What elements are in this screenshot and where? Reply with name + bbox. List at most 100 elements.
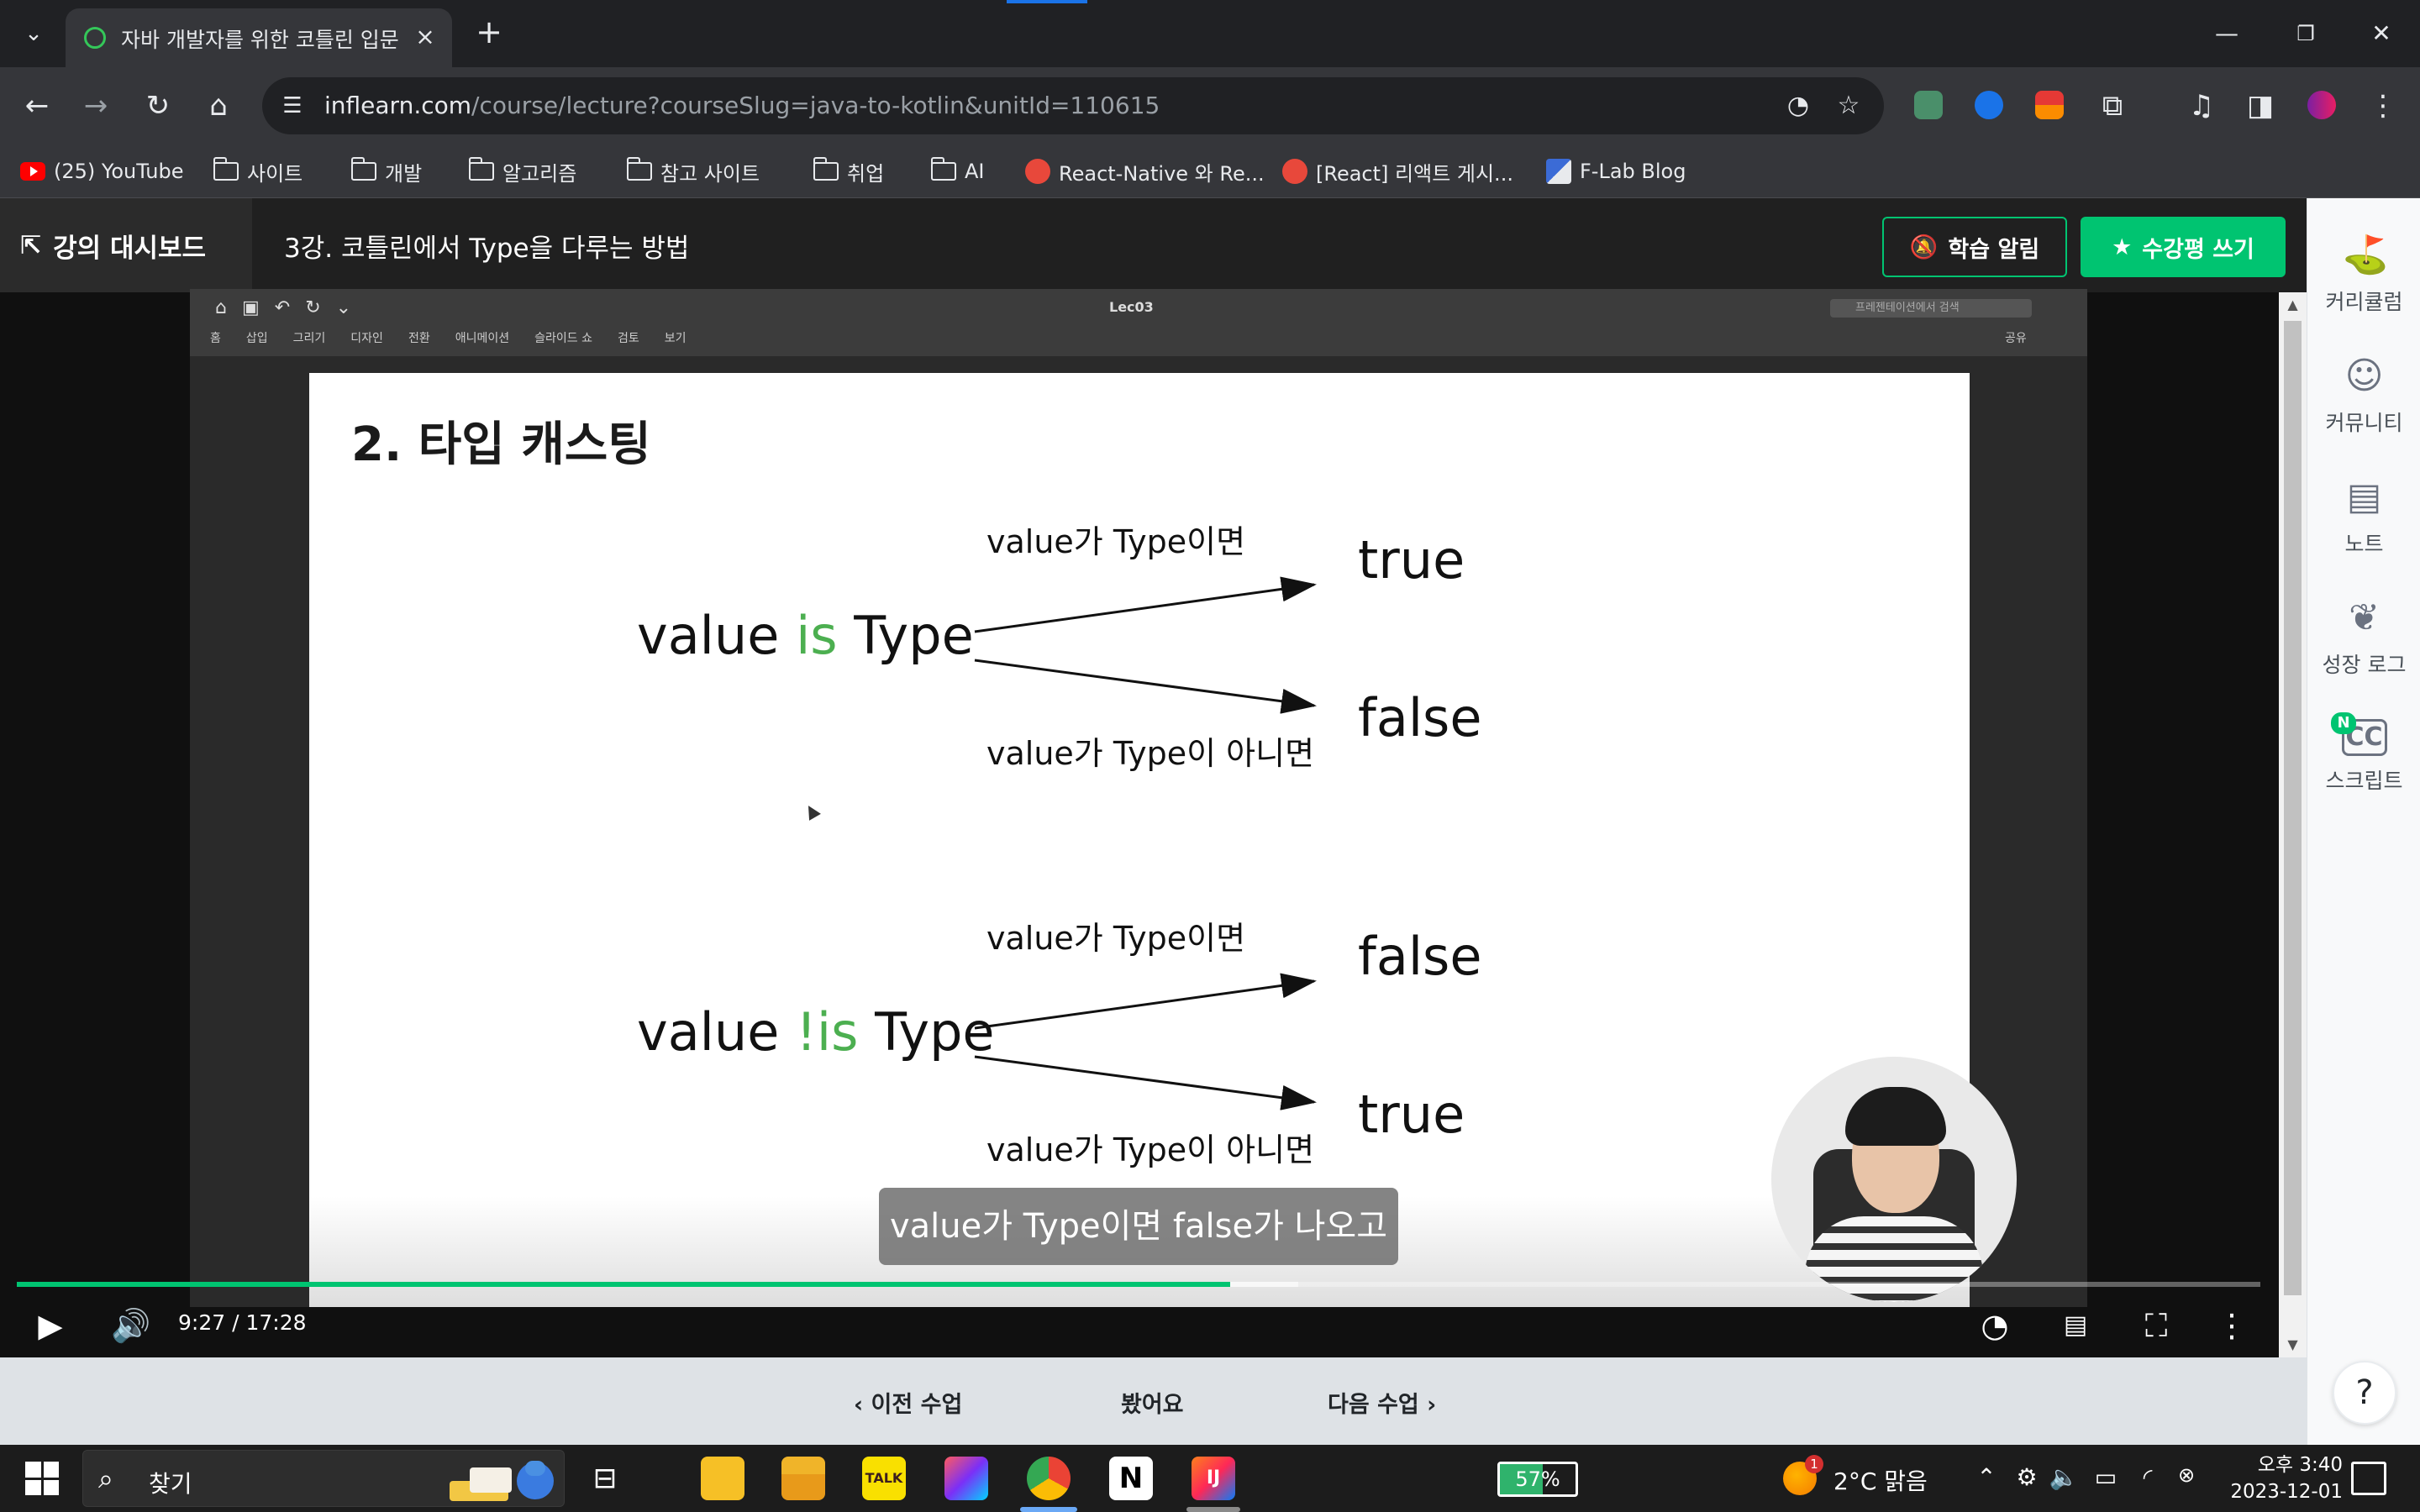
bookmark-star-icon[interactable]: ☆ bbox=[1832, 89, 1865, 123]
play-icon[interactable]: ▶ bbox=[29, 1304, 72, 1347]
bookmark-react-native[interactable]: React-Native 와 Re... bbox=[1025, 155, 1265, 188]
scroll-up-icon[interactable]: ▲ bbox=[2279, 292, 2307, 318]
battery-indicator[interactable]: 57% bbox=[1497, 1462, 1578, 1497]
side-note[interactable]: ▤ 노트 bbox=[2307, 475, 2420, 558]
write-review-button[interactable]: ★ 수강평 쓰기 bbox=[2081, 217, 2286, 277]
search-icon: ⌕ bbox=[98, 1462, 113, 1494]
bell-off-icon: 🔕 bbox=[1909, 234, 1939, 260]
url-text[interactable]: inflearn.com/course/lecture?courseSlug=j… bbox=[324, 92, 1160, 119]
undo-icon: ↶ bbox=[274, 297, 291, 318]
extension-2-icon[interactable] bbox=[1975, 91, 2003, 119]
network-off-icon[interactable]: ⊗ bbox=[2171, 1463, 2202, 1487]
folder-icon bbox=[351, 157, 376, 181]
task-view-icon[interactable]: ⊟ bbox=[583, 1457, 627, 1500]
search-highlight-art-icon bbox=[450, 1461, 554, 1501]
folder-icon bbox=[213, 157, 239, 181]
extension-3-icon[interactable] bbox=[2035, 91, 2064, 119]
kakaotalk-icon[interactable]: TALK bbox=[862, 1457, 906, 1500]
home-icon[interactable]: ⌂ bbox=[198, 86, 239, 126]
tab-close-icon[interactable]: × bbox=[408, 20, 442, 54]
extensions-puzzle-icon[interactable]: ⧉ bbox=[2092, 86, 2133, 126]
lecture-slide: 2. 타입 캐스팅 value가 Type이면 value is Type tr… bbox=[309, 373, 1970, 1307]
notification-icon[interactable] bbox=[2351, 1462, 2386, 1495]
bookmark-flab-blog[interactable]: F-Lab Blog bbox=[1546, 155, 1686, 188]
bookmark-folder-reference[interactable]: 참고 사이트 bbox=[627, 155, 760, 188]
page-scrollbar[interactable]: ▲ ▼ bbox=[2279, 292, 2307, 1357]
bookmark-folder-algorithm[interactable]: 알고리즘 bbox=[469, 155, 576, 188]
back-arrow-icon[interactable]: ← bbox=[17, 86, 57, 126]
folder-icon bbox=[813, 157, 839, 181]
close-window-icon[interactable]: ✕ bbox=[2356, 15, 2407, 52]
tray-app-icon[interactable]: ⚙ bbox=[2012, 1463, 2042, 1491]
browser-tab-active[interactable]: 자바 개발자를 위한 코틀린 입문 × bbox=[66, 8, 452, 67]
help-button[interactable]: ? bbox=[2333, 1361, 2396, 1425]
side-curriculum[interactable]: ⛳ 커리큘럼 bbox=[2307, 234, 2420, 316]
next-lesson-button[interactable]: 다음 수업 › bbox=[1328, 1386, 1436, 1419]
app-cube-icon[interactable] bbox=[944, 1457, 988, 1500]
battery-tray-icon[interactable]: ▭ bbox=[2091, 1463, 2121, 1491]
taskbar-clock[interactable]: 오후 3:40 2023-12-01 bbox=[2208, 1452, 2343, 1505]
taskbar-search[interactable]: ⌕ 찾기 bbox=[82, 1450, 565, 1507]
side-panel-icon[interactable]: ◨ bbox=[2240, 86, 2281, 126]
chrome-menu-icon[interactable]: ⋮ bbox=[2363, 86, 2403, 126]
profile-avatar[interactable] bbox=[2307, 91, 2336, 119]
slide-arrows bbox=[974, 576, 1317, 1110]
dashboard-link[interactable]: ⇱ 강의 대시보드 bbox=[0, 198, 252, 292]
chevron-left-icon: ‹ bbox=[854, 1392, 871, 1418]
intellij-icon[interactable]: IJ bbox=[1192, 1457, 1235, 1500]
ppt-quick-access: ⌂ ▣ ↶ ↻ ⌄ bbox=[215, 297, 351, 318]
ppt-ribbon: ⌂ ▣ ↶ ↻ ⌄ Lec03 프레젠테이션에서 검색 홈 삽입 그리기 디자인… bbox=[190, 289, 2087, 356]
bookmark-folder-jobs[interactable]: 취업 bbox=[813, 155, 884, 188]
side-script[interactable]: N CC 스크립트 bbox=[2307, 712, 2420, 795]
minimize-icon[interactable]: — bbox=[2202, 15, 2252, 52]
customize-icon: ⌄ bbox=[335, 297, 352, 318]
network-icon[interactable]: ◜ bbox=[2133, 1463, 2163, 1491]
home-icon: ⌂ bbox=[215, 297, 227, 318]
windows-start-icon[interactable] bbox=[25, 1462, 59, 1495]
bookmark-youtube[interactable]: (25) YouTube bbox=[20, 155, 184, 188]
extension-1-icon[interactable] bbox=[1914, 91, 1943, 119]
lesson-navigation: ‹ 이전 수업 봤어요 다음 수업 › bbox=[0, 1357, 2307, 1445]
arrow-is-true bbox=[974, 576, 1317, 633]
media-control-icon[interactable]: ♫ bbox=[2181, 86, 2222, 126]
player-more-icon[interactable]: ⋮ bbox=[2210, 1304, 2254, 1347]
lecture-title: 3강. 코틀린에서 Type을 다루는 방법 bbox=[284, 234, 690, 264]
fullscreen-icon[interactable]: ⛶ bbox=[2134, 1304, 2178, 1347]
forward-arrow-icon[interactable]: → bbox=[76, 86, 116, 126]
side-community[interactable]: ☺ 커뮤니티 bbox=[2307, 354, 2420, 437]
windows-taskbar: ⌕ 찾기 ⊟ TALK N IJ 57% 1 2°C 맑음 ⌃ ⚙ 🔈 ▭ ◜ … bbox=[0, 1445, 2420, 1512]
performance-icon[interactable]: ◔ bbox=[1781, 89, 1815, 123]
bookmark-folder-ai[interactable]: AI bbox=[931, 155, 985, 188]
study-alert-button[interactable]: 🔕 학습 알림 bbox=[1882, 217, 2067, 277]
restore-icon[interactable]: ❐ bbox=[2281, 15, 2331, 52]
site-info-icon[interactable]: ☰ bbox=[277, 91, 308, 121]
side-growth-log[interactable]: ❦ 성장 로그 bbox=[2307, 596, 2420, 679]
bookmark-folder-dev[interactable]: 개발 bbox=[351, 155, 422, 188]
speaker-icon[interactable]: 🔈 bbox=[2049, 1463, 2079, 1491]
playback-speed-icon[interactable]: ◔ bbox=[1973, 1304, 2017, 1347]
ppt-menu: 홈 삽입 그리기 디자인 전환 애니메이션 슬라이드 쇼 검토 보기 bbox=[210, 332, 687, 345]
scroll-down-icon[interactable]: ▼ bbox=[2279, 1332, 2307, 1357]
instructor-webcam bbox=[1771, 1057, 2017, 1302]
curriculum-icon: ⛳ bbox=[2342, 234, 2389, 276]
sticky-notes-icon[interactable] bbox=[701, 1457, 744, 1500]
new-tab-icon[interactable]: + bbox=[471, 15, 508, 52]
watched-button[interactable]: 봤어요 bbox=[1121, 1386, 1184, 1419]
file-explorer-icon[interactable] bbox=[781, 1457, 825, 1500]
chrome-icon[interactable] bbox=[1027, 1457, 1071, 1500]
scroll-thumb[interactable] bbox=[2284, 321, 2302, 1295]
prev-lesson-button[interactable]: ‹ 이전 수업 bbox=[854, 1386, 962, 1419]
bookmark-folder-sites[interactable]: 사이트 bbox=[213, 155, 302, 188]
chevron-right-icon: › bbox=[1418, 1392, 1437, 1418]
volume-icon[interactable]: 🔊 bbox=[109, 1304, 153, 1347]
reload-icon[interactable]: ↻ bbox=[138, 86, 178, 126]
video-progress-bar[interactable] bbox=[17, 1282, 2260, 1287]
notion-icon[interactable]: N bbox=[1109, 1457, 1153, 1500]
tab-search-icon[interactable]: ⌄ bbox=[17, 17, 50, 50]
site-icon bbox=[1025, 159, 1050, 184]
address-bar[interactable]: ☰ inflearn.com/course/lecture?courseSlug… bbox=[262, 77, 1884, 134]
weather-text[interactable]: 2°C 맑음 bbox=[1833, 1463, 1928, 1497]
tray-chevron-up-icon[interactable]: ⌃ bbox=[1971, 1463, 2002, 1491]
bookmark-react-board[interactable]: [React] 리액트 게시... bbox=[1282, 155, 1513, 188]
subtitles-icon[interactable]: ▤ bbox=[2054, 1304, 2097, 1347]
